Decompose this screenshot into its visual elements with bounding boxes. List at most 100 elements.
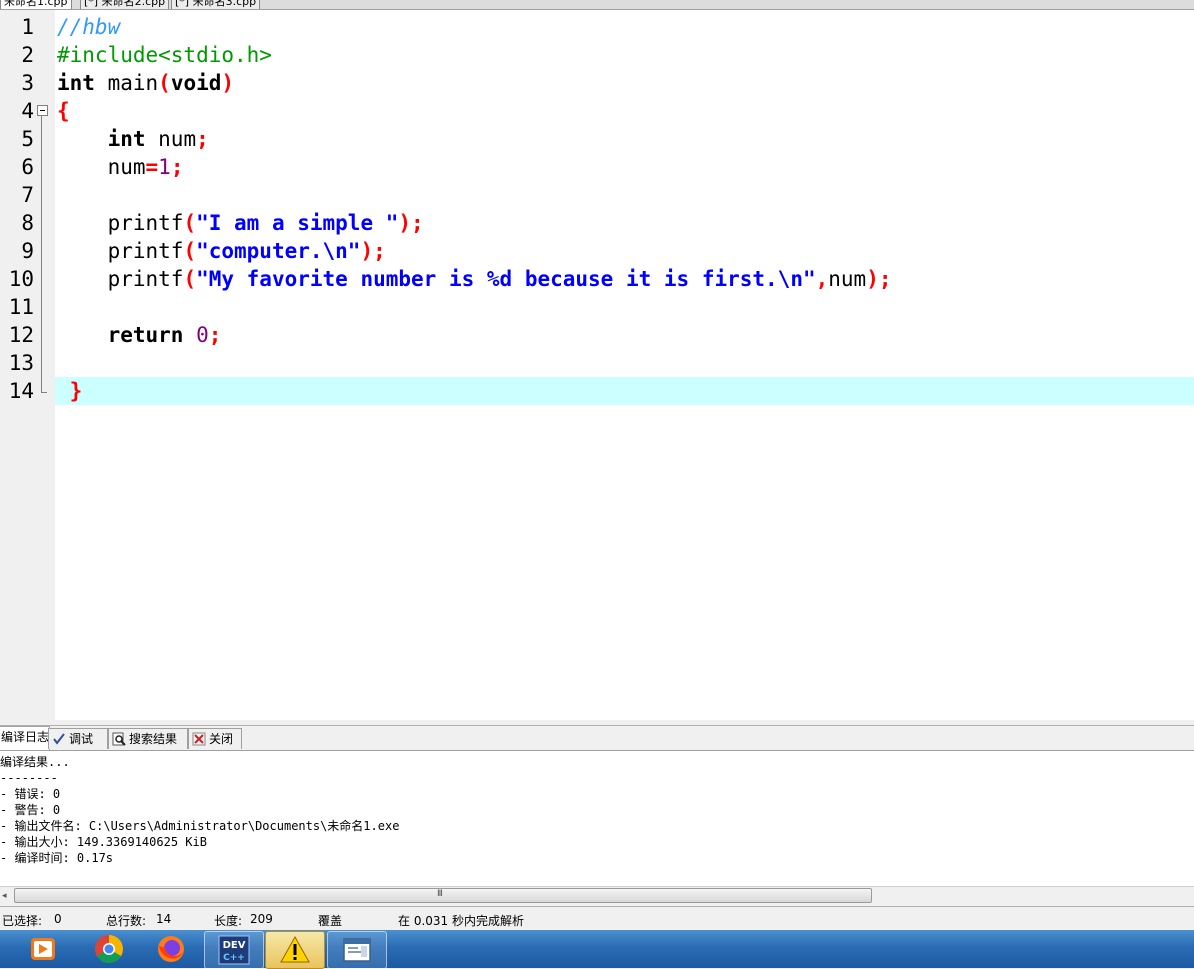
chrome-taskbar-button[interactable] (80, 931, 138, 967)
symbol-token: ( (183, 239, 197, 263)
tab-close[interactable]: 关闭 (188, 728, 242, 749)
tab-label: 调试 (69, 732, 94, 746)
symbol-token: = (145, 155, 159, 179)
keyword-token: return (107, 323, 184, 347)
dev-icon-subtext: C++ (223, 953, 245, 963)
tab-debug[interactable]: 调试 (48, 728, 108, 749)
media-player-icon (31, 938, 55, 960)
firefox-icon (158, 936, 184, 962)
current-line-highlight (55, 377, 1194, 405)
code-editor[interactable]: 1 2 3 4 5 6 7 8 9 10 11 12 13 14 //hbw #… (0, 10, 1194, 720)
number-token: 1 (158, 155, 171, 179)
file-tab-3[interactable]: [*] 未命名3.cpp (171, 0, 261, 9)
symbol-token: , (815, 267, 829, 291)
symbol-token: ) (221, 71, 235, 95)
line-number-gutter: 1 2 3 4 5 6 7 8 9 10 11 12 13 14 (0, 10, 55, 720)
scroll-left-arrow-icon[interactable]: ◂ (2, 891, 7, 901)
code-line-8[interactable]: printf("I am a simple "); (57, 209, 424, 237)
log-line: - 错误: 0 (0, 787, 61, 801)
close-icon (192, 732, 206, 746)
tab-label: 关闭 (209, 732, 234, 746)
dev-cpp-taskbar-button[interactable]: DEV C++ (204, 931, 264, 969)
selected-value: 0 (54, 912, 62, 926)
string-token: "My favorite number is %d because it is … (196, 267, 816, 291)
window-app-icon (343, 938, 371, 962)
tab-label: 编译日志 (1, 730, 50, 744)
code-line-3[interactable]: int main(void) (57, 69, 234, 97)
line-number: 4 (21, 99, 34, 123)
file-tab-1[interactable]: 未命名1.cpp (0, 0, 72, 9)
code-line-14[interactable]: } (57, 377, 83, 405)
code-line-1[interactable]: //hbw (57, 13, 120, 41)
keyword-token: int (57, 71, 95, 95)
line-number: 14 (8, 379, 34, 403)
warning-icon (280, 935, 310, 963)
number-token: 0 (196, 323, 209, 347)
total-lines-label: 总行数: (106, 914, 147, 928)
tab-compile-log[interactable]: 编译日志 (0, 726, 50, 750)
line-number: 5 (21, 127, 34, 151)
code-line-2[interactable]: #include<stdio.h> (57, 41, 272, 69)
search-icon (112, 732, 126, 746)
file-tab-bar: 未命名1.cpp [*] 未命名2.cpp [*] 未命名3.cpp (0, 0, 1194, 10)
keyword-token: int (107, 127, 146, 151)
log-line: - 输出大小: 149.3369140625 KiB (0, 835, 207, 849)
symbol-token: ( (183, 211, 197, 235)
identifier-token: num (145, 127, 197, 151)
code-line-6[interactable]: num=1; (57, 153, 184, 181)
line-number: 3 (21, 71, 34, 95)
checkmark-icon (52, 732, 66, 746)
length-value: 209 (250, 912, 273, 926)
identifier-token: main (94, 71, 159, 95)
identifier-token: printf (57, 211, 184, 235)
media-player-taskbar-button[interactable] (15, 931, 73, 967)
code-line-10[interactable]: printf("My favorite number is %d because… (57, 265, 892, 293)
length-label: 长度: (214, 914, 243, 928)
line-number: 10 (8, 267, 34, 291)
chrome-icon (95, 935, 123, 963)
line-number: 8 (21, 211, 34, 235)
line-number: 12 (8, 323, 34, 347)
window-app-taskbar-button[interactable] (327, 931, 387, 969)
identifier-token: num (828, 267, 867, 291)
log-line: - 警告: 0 (0, 803, 61, 817)
line-number: 2 (21, 43, 34, 67)
code-line-4[interactable]: { (57, 97, 70, 125)
firefox-taskbar-button[interactable] (142, 931, 200, 967)
fold-toggle-icon[interactable] (37, 105, 48, 116)
symbol-token: ); (866, 267, 892, 291)
line-number: 11 (8, 295, 34, 319)
compile-log-output[interactable]: 编译结果... -------- - 错误: 0 - 警告: 0 - 输出文件名… (0, 750, 1194, 887)
dev-cpp-icon: DEV C++ (218, 935, 250, 965)
log-line: 编译结果... (0, 755, 70, 769)
code-line-12[interactable]: return 0; (57, 321, 222, 349)
symbol-token: ; (170, 155, 184, 179)
scrollbar-thumb[interactable]: III (14, 888, 872, 903)
symbol-token: { (57, 99, 70, 123)
fold-guide (41, 116, 42, 392)
symbol-token: ; (196, 127, 209, 151)
scrollbar-grip: III (437, 889, 443, 899)
symbol-token: ); (360, 239, 386, 263)
preprocessor-token: #include<stdio.h> (57, 43, 272, 67)
line-number: 9 (21, 239, 34, 263)
insert-mode: 覆盖 (318, 914, 343, 928)
log-line: -------- (0, 771, 58, 785)
line-number: 13 (8, 351, 34, 375)
warning-taskbar-button[interactable] (265, 931, 325, 969)
horizontal-scrollbar[interactable]: ◂ III (0, 886, 1194, 904)
keyword-token: void (170, 71, 222, 95)
symbol-token: } (57, 379, 83, 403)
line-number: 7 (21, 183, 34, 207)
tab-label: 搜索结果 (129, 732, 178, 746)
file-tab-2[interactable]: [*] 未命名2.cpp (80, 0, 170, 9)
code-line-9[interactable]: printf("computer.\n"); (57, 237, 386, 265)
dev-icon-text: DEV (223, 940, 246, 951)
log-line: - 编译时间: 0.17s (0, 851, 114, 865)
status-bar: 已选择: 0 总行数: 14 长度: 209 覆盖 在 0.031 秒内完成解析 (0, 906, 1194, 931)
code-line-5[interactable]: int num; (57, 125, 209, 153)
tab-search-results[interactable]: 搜索结果 (108, 728, 188, 749)
identifier-token: printf (57, 267, 184, 291)
